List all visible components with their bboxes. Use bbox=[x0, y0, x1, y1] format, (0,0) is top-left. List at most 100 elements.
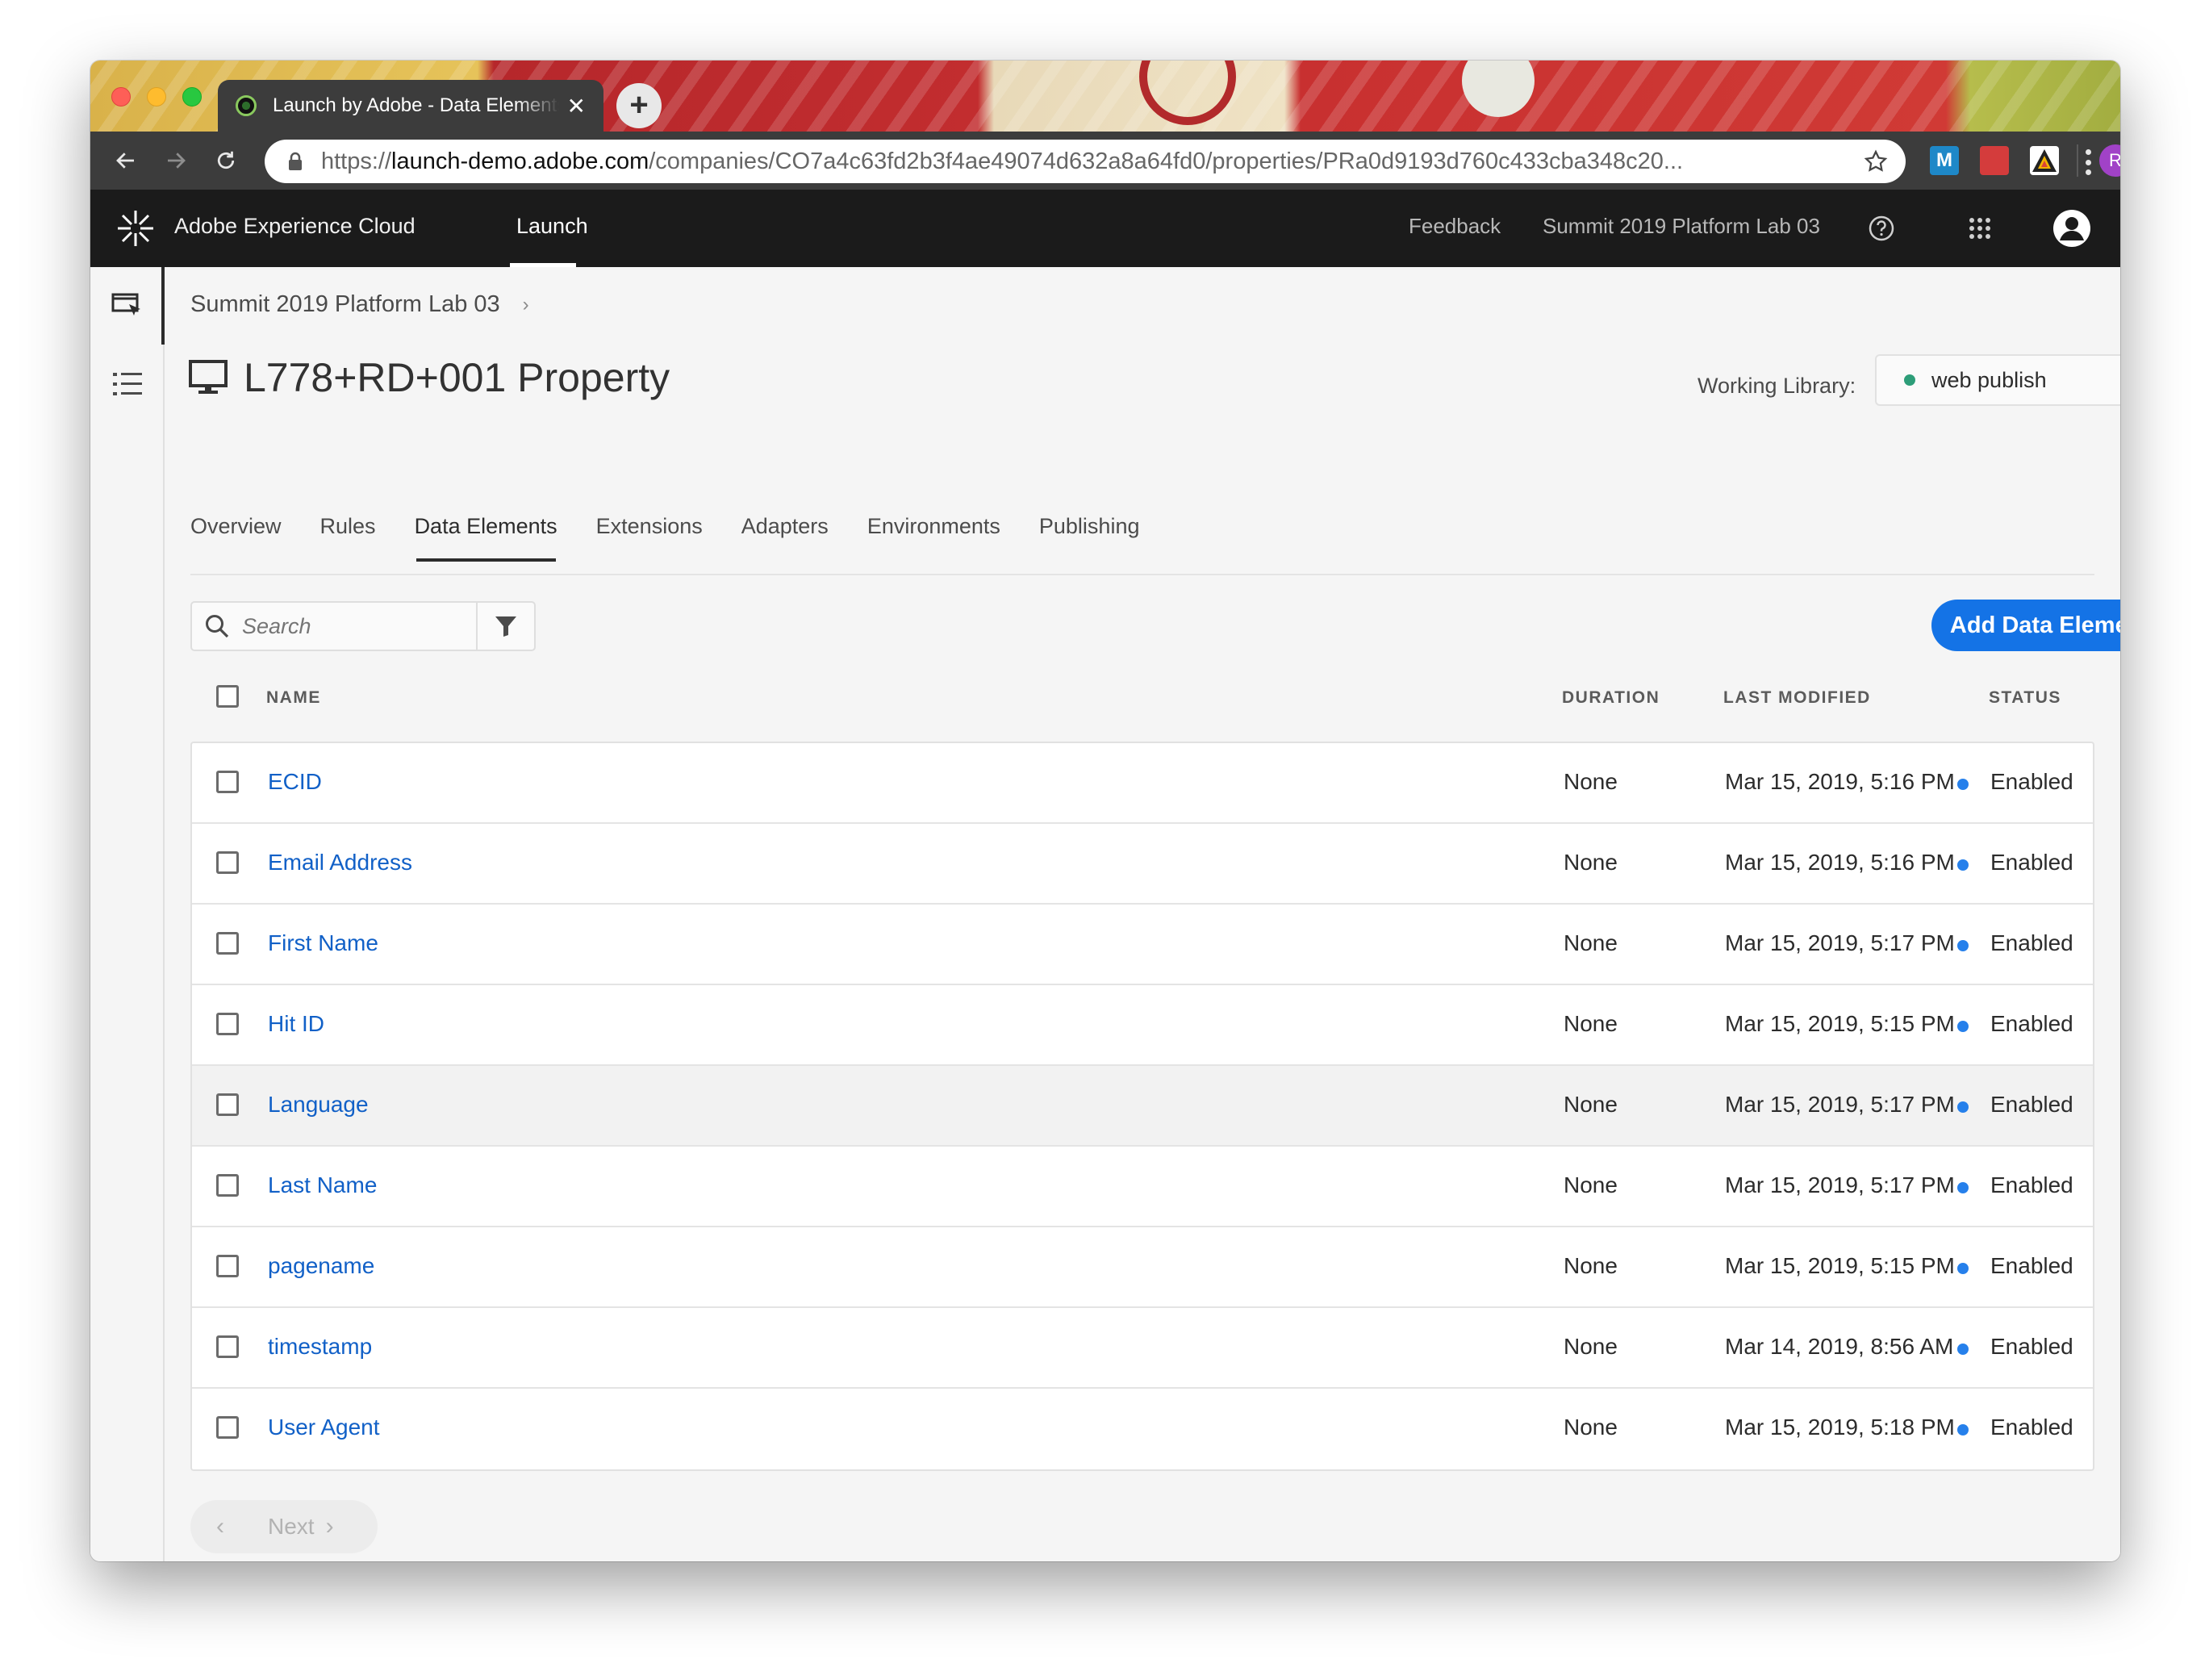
main-content: Summit 2019 Platform Lab 03 › L778+RD+00… bbox=[165, 267, 2120, 1561]
bookmark-star-icon[interactable] bbox=[1864, 149, 1888, 173]
column-header-status[interactable]: STATUS bbox=[1989, 688, 2061, 708]
extension-red-icon[interactable] bbox=[1980, 146, 2009, 175]
new-tab-button[interactable]: + bbox=[616, 83, 662, 128]
minimize-window-button[interactable] bbox=[147, 87, 166, 107]
row-checkbox[interactable] bbox=[216, 1416, 239, 1439]
tab-environments[interactable]: Environments bbox=[867, 514, 1000, 562]
status-cell: Enabled bbox=[1990, 930, 2073, 955]
back-button[interactable] bbox=[108, 143, 144, 178]
triangle-logo-icon bbox=[2032, 149, 2057, 172]
duration-cell: None bbox=[1564, 1415, 1618, 1440]
duration-cell: None bbox=[1564, 1253, 1618, 1278]
data-element-name-link[interactable]: First Name bbox=[268, 930, 378, 956]
previous-page-button[interactable]: ‹ bbox=[216, 1513, 224, 1540]
app-switcher-grid-icon[interactable] bbox=[1961, 209, 1999, 248]
status-cell: Enabled bbox=[1990, 769, 2073, 794]
extension-m-icon[interactable]: M bbox=[1930, 146, 1959, 175]
filter-button[interactable] bbox=[476, 601, 536, 651]
status-cell: Enabled bbox=[1990, 1253, 2073, 1278]
search-input[interactable] bbox=[242, 613, 436, 639]
status-cell: Enabled bbox=[1990, 1334, 2073, 1359]
row-checkbox[interactable] bbox=[216, 1255, 239, 1277]
launch-favicon-icon bbox=[236, 95, 257, 116]
browser-window: Launch by Adobe - Data Elements ✕ + http… bbox=[90, 61, 2120, 1561]
row-checkbox[interactable] bbox=[216, 851, 239, 874]
table-row[interactable]: Last Name None Mar 15, 2019, 5:17 PM Ena… bbox=[192, 1147, 2093, 1227]
brand-name[interactable]: Adobe Experience Cloud bbox=[174, 214, 415, 239]
data-element-name-link[interactable]: pagename bbox=[268, 1253, 374, 1279]
last-modified-cell: Mar 15, 2019, 5:15 PM bbox=[1725, 1253, 1955, 1278]
data-element-name-link[interactable]: ECID bbox=[268, 769, 322, 795]
last-modified-cell: Mar 15, 2019, 5:16 PM bbox=[1725, 850, 1955, 875]
tab-publishing[interactable]: Publishing bbox=[1039, 514, 1140, 562]
list-nav-icon[interactable] bbox=[113, 370, 142, 402]
maximize-window-button[interactable] bbox=[182, 87, 202, 107]
row-checkbox[interactable] bbox=[216, 1335, 239, 1358]
feedback-link[interactable]: Feedback bbox=[1409, 214, 1501, 239]
table-row[interactable]: Hit ID None Mar 15, 2019, 5:15 PM Enable… bbox=[192, 985, 2093, 1066]
breadcrumb: Summit 2019 Platform Lab 03 › bbox=[190, 291, 529, 318]
data-element-name-link[interactable]: Hit ID bbox=[268, 1011, 324, 1037]
table-row[interactable]: ECID None Mar 15, 2019, 5:16 PM Enabled bbox=[192, 743, 2093, 824]
tab-close-icon[interactable]: ✕ bbox=[567, 93, 586, 119]
duration-cell: None bbox=[1564, 769, 1618, 794]
tab-data-elements[interactable]: Data Elements bbox=[415, 514, 557, 562]
row-checkbox[interactable] bbox=[216, 1174, 239, 1197]
extension-triangle-icon[interactable] bbox=[2030, 146, 2059, 175]
page-header: L778+RD+001 Property bbox=[189, 354, 670, 401]
user-avatar-icon[interactable] bbox=[2052, 209, 2091, 248]
last-modified-cell: Mar 15, 2019, 5:16 PM bbox=[1725, 769, 1955, 794]
table-header: NAME DURATION LAST MODIFIED STATUS bbox=[190, 662, 2094, 735]
tab-extensions[interactable]: Extensions bbox=[596, 514, 703, 562]
column-header-duration[interactable]: DURATION bbox=[1562, 688, 1660, 708]
browser-menu-icon[interactable] bbox=[2072, 146, 2104, 178]
status-dot bbox=[1957, 859, 1969, 871]
data-element-name-link[interactable]: timestamp bbox=[268, 1334, 372, 1360]
row-checkbox[interactable] bbox=[216, 932, 239, 955]
column-header-name[interactable]: NAME bbox=[266, 688, 321, 708]
address-bar[interactable]: https://launch-demo.adobe.com/companies/… bbox=[265, 140, 1906, 183]
status-cell: Enabled bbox=[1990, 1092, 2073, 1117]
launch-nav-tab[interactable]: Launch bbox=[516, 190, 588, 267]
table-row[interactable]: First Name None Mar 15, 2019, 5:17 PM En… bbox=[192, 905, 2093, 985]
reload-button[interactable] bbox=[208, 143, 244, 178]
breadcrumb-org[interactable]: Summit 2019 Platform Lab 03 bbox=[190, 291, 500, 318]
duration-cell: None bbox=[1564, 930, 1618, 955]
forward-button[interactable] bbox=[158, 143, 194, 178]
table-row[interactable]: Email Address None Mar 15, 2019, 5:16 PM… bbox=[192, 824, 2093, 905]
experience-cloud-logo-icon[interactable] bbox=[115, 207, 157, 249]
browser-tab[interactable]: Launch by Adobe - Data Elements ✕ bbox=[218, 80, 603, 132]
tab-adapters[interactable]: Adapters bbox=[741, 514, 829, 562]
tab-rules[interactable]: Rules bbox=[320, 514, 376, 562]
title-bar: Launch by Adobe - Data Elements ✕ + bbox=[90, 61, 2120, 132]
select-all-checkbox[interactable] bbox=[216, 685, 239, 708]
table-row[interactable]: pagename None Mar 15, 2019, 5:15 PM Enab… bbox=[192, 1227, 2093, 1308]
status-dot bbox=[1957, 1101, 1969, 1113]
status-cell: Enabled bbox=[1990, 1011, 2073, 1036]
column-header-last-modified[interactable]: LAST MODIFIED bbox=[1723, 688, 1871, 708]
pagination: ‹ Next › bbox=[190, 1500, 378, 1553]
data-element-name-link[interactable]: Language bbox=[268, 1092, 369, 1118]
tab-title: Launch by Adobe - Data Elements bbox=[273, 94, 559, 116]
table-row[interactable]: User Agent None Mar 15, 2019, 5:18 PM En… bbox=[192, 1389, 2093, 1469]
row-checkbox[interactable] bbox=[216, 771, 239, 793]
status-dot bbox=[1957, 1424, 1969, 1436]
org-switcher[interactable]: Summit 2019 Platform Lab 03 bbox=[1543, 214, 1820, 239]
table-row[interactable]: timestamp None Mar 14, 2019, 8:56 AM Ena… bbox=[192, 1308, 2093, 1389]
add-data-element-button[interactable]: Add Data Element bbox=[1931, 600, 2120, 651]
extension-m-label: M bbox=[1936, 149, 1952, 171]
tab-overview[interactable]: Overview bbox=[190, 514, 282, 562]
working-library-dropdown[interactable]: web publish bbox=[1875, 354, 2120, 406]
data-element-name-link[interactable]: User Agent bbox=[268, 1415, 380, 1440]
data-element-name-link[interactable]: Email Address bbox=[268, 850, 412, 876]
duration-cell: None bbox=[1564, 1092, 1618, 1117]
url-host: launch-demo.adobe.com bbox=[391, 148, 649, 174]
help-icon[interactable] bbox=[1862, 209, 1901, 248]
data-element-name-link[interactable]: Last Name bbox=[268, 1172, 377, 1198]
row-checkbox[interactable] bbox=[216, 1013, 239, 1035]
table-row[interactable]: Language None Mar 15, 2019, 5:17 PM Enab… bbox=[192, 1066, 2093, 1147]
next-page-label[interactable]: Next bbox=[268, 1514, 315, 1540]
row-checkbox[interactable] bbox=[216, 1093, 239, 1116]
close-window-button[interactable] bbox=[111, 87, 131, 107]
properties-nav-icon[interactable] bbox=[111, 291, 144, 323]
